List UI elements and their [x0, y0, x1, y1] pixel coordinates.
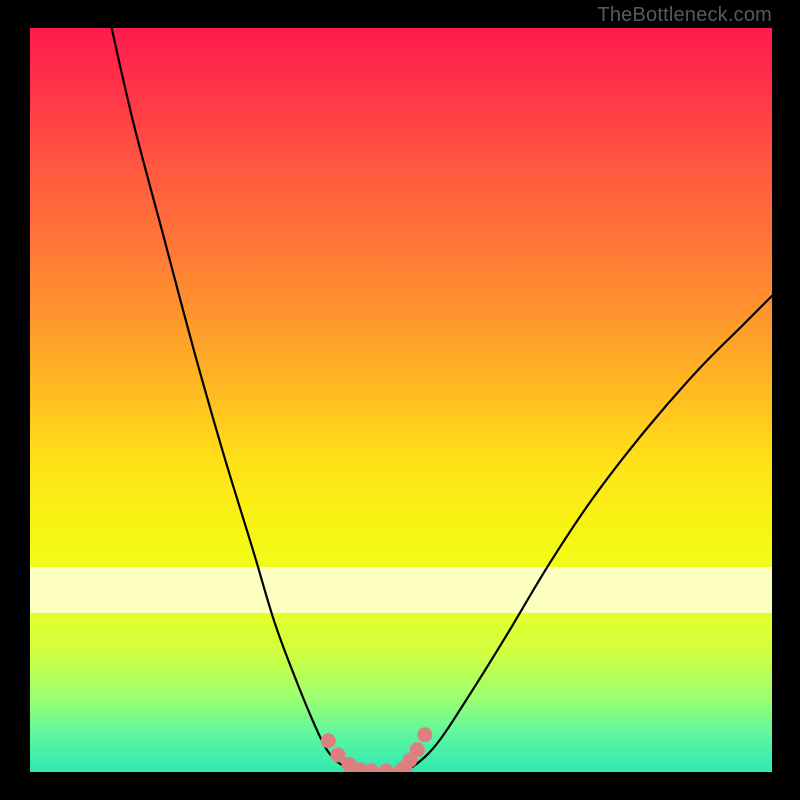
curve-overlay: [30, 28, 772, 772]
gradient-plot-area: [30, 28, 772, 772]
outer-frame: TheBottleneck.com: [0, 0, 800, 800]
highlight-dot: [321, 733, 336, 748]
curve-right-curve: [401, 296, 772, 772]
highlight-dot: [379, 763, 394, 772]
highlight-dot: [364, 763, 379, 772]
watermark-text: TheBottleneck.com: [597, 4, 772, 27]
highlight-dot: [410, 742, 425, 757]
curve-left-curve: [112, 28, 357, 772]
highlight-dot: [417, 727, 432, 742]
